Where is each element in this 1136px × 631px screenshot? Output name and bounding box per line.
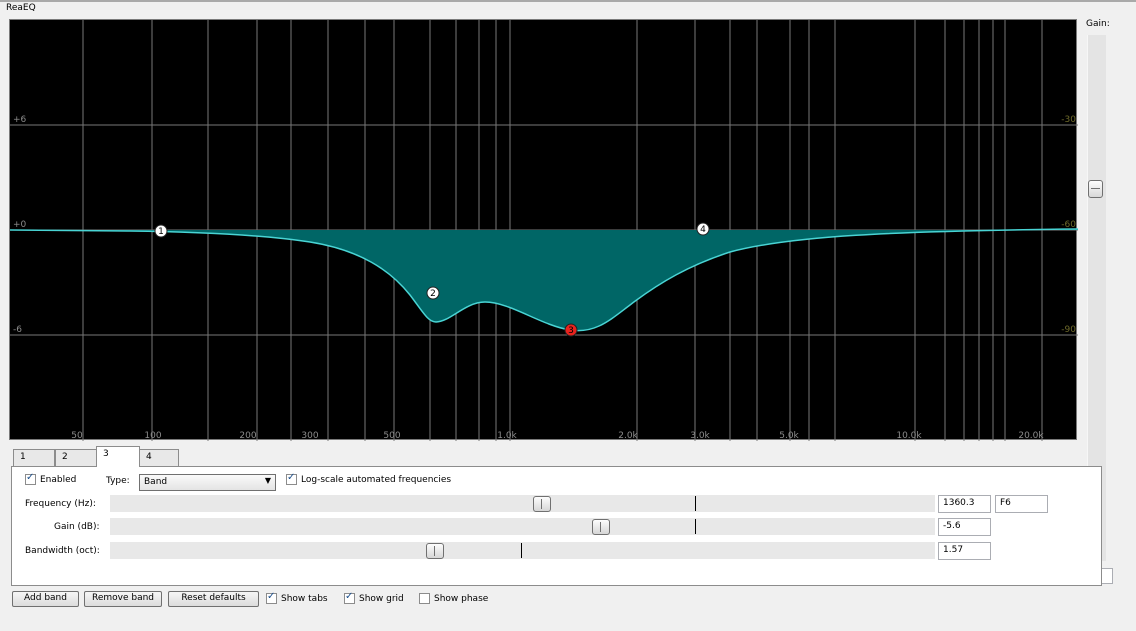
show-tabs-checkbox[interactable] [266, 591, 277, 604]
window-title: ReaEQ [6, 3, 36, 13]
eq-band-node-label: 3 [568, 326, 574, 336]
gain-db-value-field[interactable]: -5.6 [938, 518, 991, 536]
frequency-slider-thumb[interactable] [533, 496, 551, 512]
enabled-checkbox[interactable] [25, 472, 36, 485]
type-dropdown-value: Band [144, 477, 168, 487]
tab-band-2[interactable]: 2 [55, 449, 97, 466]
tab-band-1[interactable]: 1 [13, 449, 55, 466]
db-label-right: -30 [1061, 115, 1076, 125]
db-label-left: +0 [13, 220, 27, 230]
bandwidth-label: Bandwidth (oct): [25, 546, 100, 556]
freq-label: 2.0k [618, 431, 638, 441]
freq-label: 50 [71, 431, 83, 441]
freq-label: 10.0k [896, 431, 922, 441]
enabled-label: Enabled [40, 475, 77, 485]
log-scale-checkbox[interactable] [286, 472, 297, 485]
bandwidth-default-tick [521, 543, 522, 558]
gain-db-default-tick [695, 519, 696, 534]
db-label-left: -6 [13, 325, 22, 335]
type-label: Type: [106, 476, 130, 486]
eq-graph[interactable]: +6 +0 -6 -30 -60 -90 50 100 200 300 500 1.0k 2.0k 3.0… [9, 19, 1078, 441]
reset-defaults-button[interactable]: Reset defaults [168, 591, 259, 607]
type-dropdown[interactable]: Band ▼ [139, 474, 276, 491]
log-scale-label: Log-scale automated frequencies [301, 475, 452, 485]
show-grid-label: Show grid [359, 594, 404, 604]
eq-band-node-label: 2 [430, 289, 436, 299]
freq-label: 1.0k [497, 431, 517, 441]
add-band-button[interactable]: Add band [12, 591, 79, 607]
eq-graph-canvas[interactable]: +6 +0 -6 -30 -60 -90 50 100 200 300 500 1.0k 2.0k 3.0… [10, 20, 1078, 441]
frequency-default-tick [695, 496, 696, 511]
show-grid-checkbox[interactable] [344, 591, 355, 604]
db-label-right: -60 [1061, 220, 1076, 230]
show-phase-label: Show phase [434, 594, 489, 604]
db-label-right: -90 [1061, 325, 1076, 335]
window-top-border [0, 0, 1136, 2]
remove-band-button[interactable]: Remove band [84, 591, 162, 607]
frequency-value-field[interactable]: 1360.3 [938, 495, 991, 513]
frequency-label: Frequency (Hz): [25, 499, 96, 509]
freq-label: 20.0k [1018, 431, 1044, 441]
gain-db-slider-thumb[interactable] [592, 519, 610, 535]
db-label-left: +6 [13, 115, 27, 125]
frequency-slider-track[interactable] [110, 495, 935, 512]
tab-band-3[interactable]: 3 [96, 446, 140, 467]
gain-slider-thumb[interactable] [1088, 180, 1103, 198]
bandwidth-slider-thumb[interactable] [426, 543, 444, 559]
frequency-note-field[interactable]: F6 [995, 495, 1048, 513]
gain-db-label: Gain (dB): [54, 522, 100, 532]
show-tabs-label: Show tabs [281, 594, 328, 604]
bandwidth-slider-track[interactable] [110, 542, 935, 559]
eq-band-node-label: 4 [700, 225, 706, 235]
freq-label: 300 [301, 431, 318, 441]
show-phase-checkbox[interactable] [419, 593, 430, 604]
gain-label: Gain: [1086, 19, 1110, 29]
gain-db-slider-track[interactable] [110, 518, 935, 535]
tab-band-4[interactable]: 4 [139, 449, 179, 466]
eq-response-fill [10, 229, 1078, 331]
freq-label: 3.0k [690, 431, 710, 441]
freq-label: 500 [383, 431, 400, 441]
freq-label: 200 [239, 431, 256, 441]
freq-label: 5.0k [779, 431, 799, 441]
eq-band-node-label: 1 [158, 227, 164, 237]
freq-label: 100 [144, 431, 161, 441]
bandwidth-value-field[interactable]: 1.57 [938, 542, 991, 560]
chevron-down-icon: ▼ [264, 476, 271, 485]
